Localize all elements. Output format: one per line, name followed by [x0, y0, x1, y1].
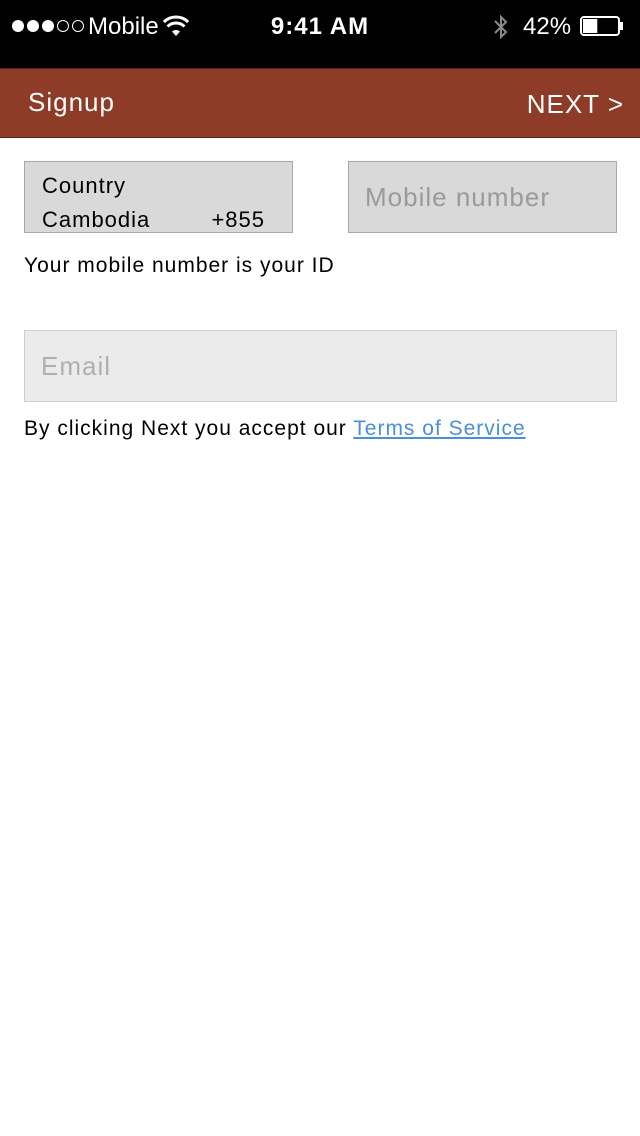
terms-notice: By clicking Next you accept our Terms of…: [24, 415, 526, 443]
terms-prefix: By clicking Next you accept our: [24, 417, 354, 440]
email-input[interactable]: [24, 330, 617, 402]
country-selector[interactable]: Country Cambodia +855: [24, 161, 293, 233]
country-dial-code: +855: [211, 207, 265, 232]
bluetooth-icon: [494, 14, 508, 40]
mobile-id-note: Your mobile number is your ID: [24, 254, 335, 277]
terms-of-service-link[interactable]: Terms of Service: [353, 417, 525, 440]
navigation-bar: Signup NEXT >: [0, 68, 640, 138]
country-name: Cambodia: [42, 207, 151, 232]
mobile-number-input[interactable]: [348, 161, 617, 233]
signup-screen: Mobile 9:41 AM 42% Signup NEXT > Country…: [0, 0, 640, 1136]
page-title: Signup: [28, 87, 115, 117]
next-button[interactable]: NEXT >: [527, 87, 624, 121]
battery-icon: [580, 16, 623, 36]
battery-percent: 42%: [523, 13, 572, 40]
country-label: Country: [42, 173, 127, 198]
status-bar: Mobile 9:41 AM 42%: [0, 0, 640, 68]
